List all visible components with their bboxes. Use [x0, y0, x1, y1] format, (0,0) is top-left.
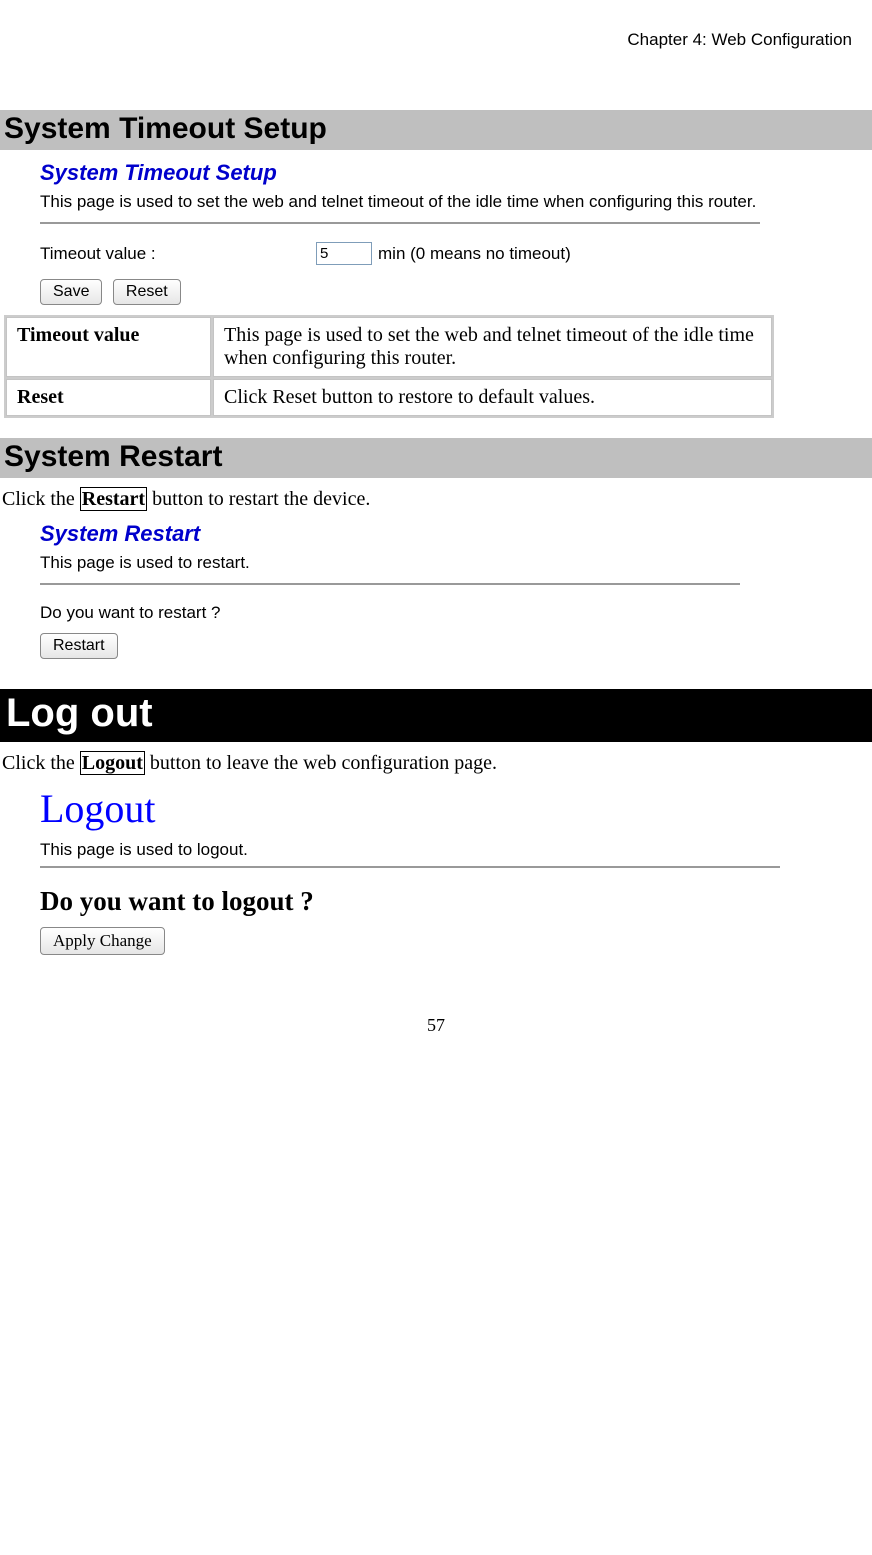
divider	[40, 866, 780, 868]
save-button[interactable]: Save	[40, 279, 102, 305]
timeout-hint-text: min (0 means no timeout)	[378, 244, 571, 264]
logout-boxed-label: Logout	[80, 751, 145, 775]
screenshot-description: This page is used to restart.	[40, 553, 872, 573]
text-fragment: button to restart the device.	[147, 488, 370, 510]
table-row: Reset Click Reset button to restore to d…	[6, 379, 772, 416]
screenshot-title: Logout	[40, 785, 800, 832]
screenshot-description: This page is used to logout.	[40, 840, 800, 860]
heading-log-out: Log out	[0, 689, 872, 742]
timeout-value-label: Timeout value :	[40, 244, 310, 264]
reset-button[interactable]: Reset	[113, 279, 181, 305]
logout-intro-text: Click the Logout button to leave the web…	[2, 752, 872, 775]
param-value: Click Reset button to restore to default…	[213, 379, 772, 416]
text-fragment: button to leave the web configuration pa…	[145, 752, 497, 774]
restart-intro-text: Click the Restart button to restart the …	[2, 488, 872, 511]
page-header-chapter: Chapter 4: Web Configuration	[0, 30, 872, 110]
param-key: Timeout value	[6, 317, 211, 377]
heading-system-timeout-setup: System Timeout Setup	[0, 110, 872, 150]
restart-button[interactable]: Restart	[40, 633, 118, 659]
table-row: Timeout value This page is used to set t…	[6, 317, 772, 377]
divider	[40, 583, 740, 585]
restart-boxed-label: Restart	[80, 487, 147, 511]
parameter-table: Timeout value This page is used to set t…	[4, 315, 774, 418]
screenshot-title: System Timeout Setup	[40, 160, 872, 186]
param-key: Reset	[6, 379, 211, 416]
text-fragment: Click the	[2, 752, 80, 774]
restart-question-text: Do you want to restart ?	[40, 603, 872, 623]
param-value: This page is used to set the web and tel…	[213, 317, 772, 377]
timeout-value-input[interactable]	[316, 242, 372, 265]
divider	[40, 222, 760, 224]
screenshot-description: This page is used to set the web and tel…	[40, 192, 872, 212]
apply-change-button[interactable]: Apply Change	[40, 927, 165, 955]
screenshot-system-restart: System Restart This page is used to rest…	[40, 521, 872, 659]
text-fragment: Click the	[2, 488, 80, 510]
heading-system-restart: System Restart	[0, 438, 872, 478]
logout-question-text: Do you want to logout ?	[40, 886, 800, 917]
screenshot-logout: Logout This page is used to logout. Do y…	[40, 785, 800, 955]
screenshot-title: System Restart	[40, 521, 872, 547]
screenshot-timeout-setup: System Timeout Setup This page is used t…	[40, 160, 872, 305]
page-number: 57	[0, 1015, 872, 1036]
